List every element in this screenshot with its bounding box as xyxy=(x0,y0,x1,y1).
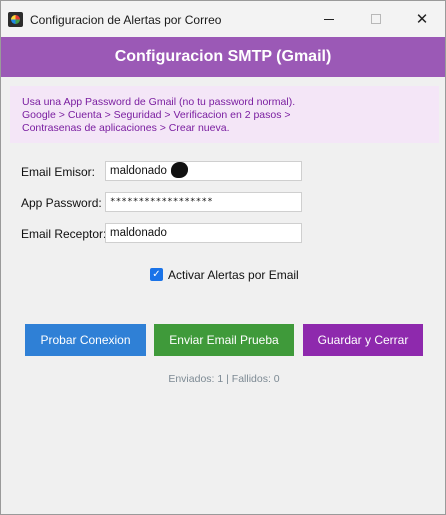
test-connection-button[interactable]: Probar Conexion xyxy=(25,324,146,356)
save-and-close-button[interactable]: Guardar y Cerrar xyxy=(303,324,423,356)
close-button[interactable]: ✕ xyxy=(399,1,445,37)
maximize-button[interactable] xyxy=(353,1,399,37)
minimize-button[interactable] xyxy=(306,1,352,37)
info-box: Usa una App Password de Gmail (no tu pas… xyxy=(10,86,439,143)
info-line-2: Google > Cuenta > Seguridad > Verificaci… xyxy=(22,109,291,121)
alerts-checkbox-label[interactable]: Activar Alertas por Email xyxy=(168,268,299,282)
status-summary: Enviados: 1 | Fallidos: 0 xyxy=(168,373,280,385)
close-icon: ✕ xyxy=(415,10,429,28)
header-title: Configuracion SMTP (Gmail) xyxy=(114,48,332,65)
app-icon xyxy=(8,12,23,27)
info-line-3: Contrasenas de aplicaciones > Crear nuev… xyxy=(22,122,230,134)
info-line-1: Usa una App Password de Gmail (no tu pas… xyxy=(22,96,296,108)
email-alerts-window: Configuracion de Alertas por Correo ✕ Co… xyxy=(0,0,446,515)
redaction-block-emisor xyxy=(189,163,299,179)
minimize-icon xyxy=(324,18,334,20)
header-banner: Configuracion SMTP (Gmail) xyxy=(1,37,445,77)
email-receptor-label: Email Receptor: xyxy=(21,227,107,241)
app-password-input[interactable] xyxy=(105,192,302,212)
app-password-label: App Password: xyxy=(21,196,102,210)
alerts-checkbox[interactable]: ✓ xyxy=(150,268,163,281)
maximize-icon xyxy=(371,14,381,24)
send-test-email-button[interactable]: Enviar Email Prueba xyxy=(154,324,294,356)
title-bar[interactable]: Configuracion de Alertas por Correo ✕ xyxy=(1,1,445,37)
redaction-mark xyxy=(171,162,188,178)
window-title: Configuracion de Alertas por Correo xyxy=(30,13,222,27)
redaction-block-receptor xyxy=(175,225,299,241)
email-emisor-label: Email Emisor: xyxy=(21,165,96,179)
